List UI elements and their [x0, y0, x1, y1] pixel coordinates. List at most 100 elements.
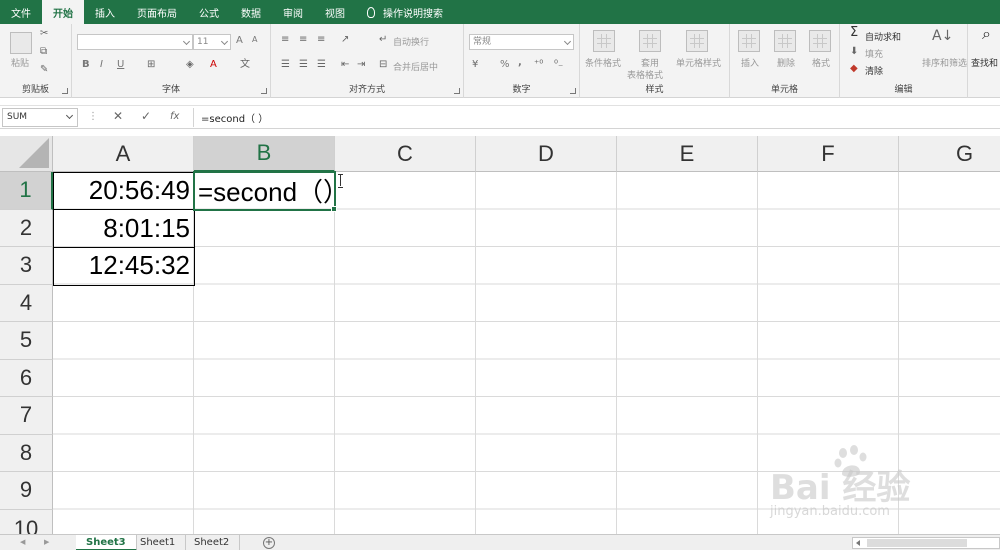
row-header-3[interactable]: 3: [0, 247, 53, 285]
tab-insert[interactable]: 插入: [84, 0, 126, 24]
tell-me-search[interactable]: 操作说明搜索: [356, 0, 454, 24]
find-icon[interactable]: ⌕: [982, 26, 991, 42]
border-icon[interactable]: ⊞: [147, 59, 155, 71]
row-header-10[interactable]: 10: [0, 509, 53, 535]
align-top-icon[interactable]: ≡: [281, 34, 289, 46]
sheet-tab-sheet3[interactable]: Sheet3: [76, 535, 137, 550]
sheet-tab-sheet1[interactable]: Sheet1: [130, 535, 187, 550]
sort-filter-button[interactable]: 排序和筛选: [922, 56, 967, 69]
column-header-c[interactable]: C: [335, 136, 476, 172]
underline-button[interactable]: U: [117, 59, 124, 70]
align-left-icon[interactable]: ☰: [281, 59, 290, 71]
cell-a2[interactable]: 8:01:15: [53, 210, 194, 248]
scroll-thumb[interactable]: [867, 539, 967, 547]
row-header-1[interactable]: 1: [0, 172, 53, 210]
name-box[interactable]: SUM: [2, 108, 78, 127]
cancel-entry-button[interactable]: ✕: [113, 109, 123, 123]
column-header-e[interactable]: E: [617, 136, 758, 172]
confirm-entry-button[interactable]: ✓: [141, 109, 151, 123]
column-header-g[interactable]: G: [899, 136, 1000, 172]
cell-styles-button[interactable]: 单元格样式: [676, 56, 721, 69]
italic-button[interactable]: I: [100, 59, 103, 70]
fill-color-icon[interactable]: ◈: [186, 59, 194, 71]
sheet-tab-sheet2[interactable]: Sheet2: [184, 535, 241, 550]
format-as-table-icon[interactable]: [639, 30, 661, 52]
sort-filter-icon[interactable]: A↓: [932, 29, 953, 43]
wrap-text-icon[interactable]: ↵: [379, 34, 387, 46]
row-header-4[interactable]: 4: [0, 284, 53, 322]
comma-button[interactable]: ,: [518, 57, 522, 68]
column-header-d[interactable]: D: [476, 136, 617, 172]
cell-b1-editor[interactable]: =second（）: [198, 172, 358, 210]
decrease-indent-icon[interactable]: ⇤: [341, 59, 349, 71]
clear-button[interactable]: 清除: [865, 64, 883, 77]
horizontal-scrollbar[interactable]: [852, 537, 1000, 549]
autosum-button[interactable]: 自动求和: [865, 30, 901, 43]
shrink-font-button[interactable]: A: [252, 35, 257, 44]
delete-cells-icon[interactable]: [774, 30, 796, 52]
tab-file[interactable]: 文件: [0, 0, 42, 24]
clear-icon[interactable]: ◆: [850, 63, 858, 75]
percent-button[interactable]: %: [500, 59, 510, 70]
clipboard-launcher-icon[interactable]: [62, 88, 68, 94]
add-sheet-button[interactable]: +: [263, 537, 275, 549]
tab-formulas[interactable]: 公式: [188, 0, 230, 24]
align-right-icon[interactable]: ☰: [317, 59, 326, 71]
orientation-icon[interactable]: ↗: [341, 34, 349, 46]
tab-review[interactable]: 审阅: [272, 0, 314, 24]
conditional-format-icon[interactable]: [593, 30, 615, 52]
font-launcher-icon[interactable]: [261, 88, 267, 94]
row-header-5[interactable]: 5: [0, 322, 53, 360]
font-name-combo[interactable]: [77, 34, 193, 50]
bold-button[interactable]: B: [82, 59, 90, 70]
increase-decimal-icon[interactable]: ⁺⁰: [534, 59, 543, 71]
row-header-6[interactable]: 6: [0, 359, 53, 397]
merge-center-button[interactable]: 合并后居中: [393, 60, 438, 73]
insert-cells-button[interactable]: 插入: [741, 56, 759, 69]
number-launcher-icon[interactable]: [570, 88, 576, 94]
scroll-left-icon[interactable]: [856, 540, 860, 546]
prev-sheet-icon[interactable]: ◀: [20, 538, 25, 546]
format-as-table-label-2[interactable]: 表格格式: [627, 68, 663, 81]
wrap-text-button[interactable]: 自动换行: [393, 35, 429, 48]
decrease-decimal-icon[interactable]: ⁰₋: [554, 59, 563, 71]
format-painter-icon[interactable]: ✎: [40, 64, 48, 76]
cell-a1[interactable]: 20:56:49: [53, 172, 194, 210]
increase-indent-icon[interactable]: ⇥: [357, 59, 365, 71]
format-cells-button[interactable]: 格式: [812, 56, 830, 69]
grow-font-button[interactable]: A: [236, 35, 243, 46]
delete-cells-button[interactable]: 删除: [777, 56, 795, 69]
tab-data[interactable]: 数据: [230, 0, 272, 24]
copy-icon[interactable]: ⧉: [40, 46, 47, 58]
cell-a3[interactable]: 12:45:32: [53, 247, 194, 285]
fill-button[interactable]: 填充: [865, 47, 883, 60]
row-header-8[interactable]: 8: [0, 434, 53, 472]
formula-input[interactable]: =second（ ）: [201, 110, 268, 125]
autosum-icon[interactable]: Σ: [850, 26, 858, 39]
currency-icon[interactable]: ¥: [472, 59, 478, 71]
phonetic-icon[interactable]: 文: [240, 59, 250, 71]
column-header-b[interactable]: B: [194, 136, 335, 172]
column-header-f[interactable]: F: [758, 136, 899, 172]
tab-page-layout[interactable]: 页面布局: [126, 0, 188, 24]
align-center-icon[interactable]: ☰: [299, 59, 308, 71]
alignment-launcher-icon[interactable]: [454, 88, 460, 94]
font-color-button[interactable]: A: [210, 59, 217, 70]
insert-cells-icon[interactable]: [738, 30, 760, 52]
cell-styles-icon[interactable]: [686, 30, 708, 52]
align-middle-icon[interactable]: ≡: [299, 34, 307, 46]
number-format-combo[interactable]: 常规: [469, 34, 574, 50]
format-cells-icon[interactable]: [809, 30, 831, 52]
align-bottom-icon[interactable]: ≡: [317, 34, 325, 46]
merge-center-icon[interactable]: ⊟: [379, 59, 387, 71]
paste-icon[interactable]: [10, 32, 32, 54]
next-sheet-icon[interactable]: ▶: [44, 538, 49, 546]
fill-icon[interactable]: ⬇: [850, 46, 858, 58]
select-all-button[interactable]: [0, 136, 53, 172]
row-header-7[interactable]: 7: [0, 397, 53, 435]
tab-home[interactable]: 开始: [42, 0, 84, 24]
column-header-a[interactable]: A: [53, 136, 194, 172]
cut-icon[interactable]: ✂: [40, 28, 48, 40]
find-select-button[interactable]: 查找和: [971, 56, 998, 69]
row-header-2[interactable]: 2: [0, 209, 53, 247]
